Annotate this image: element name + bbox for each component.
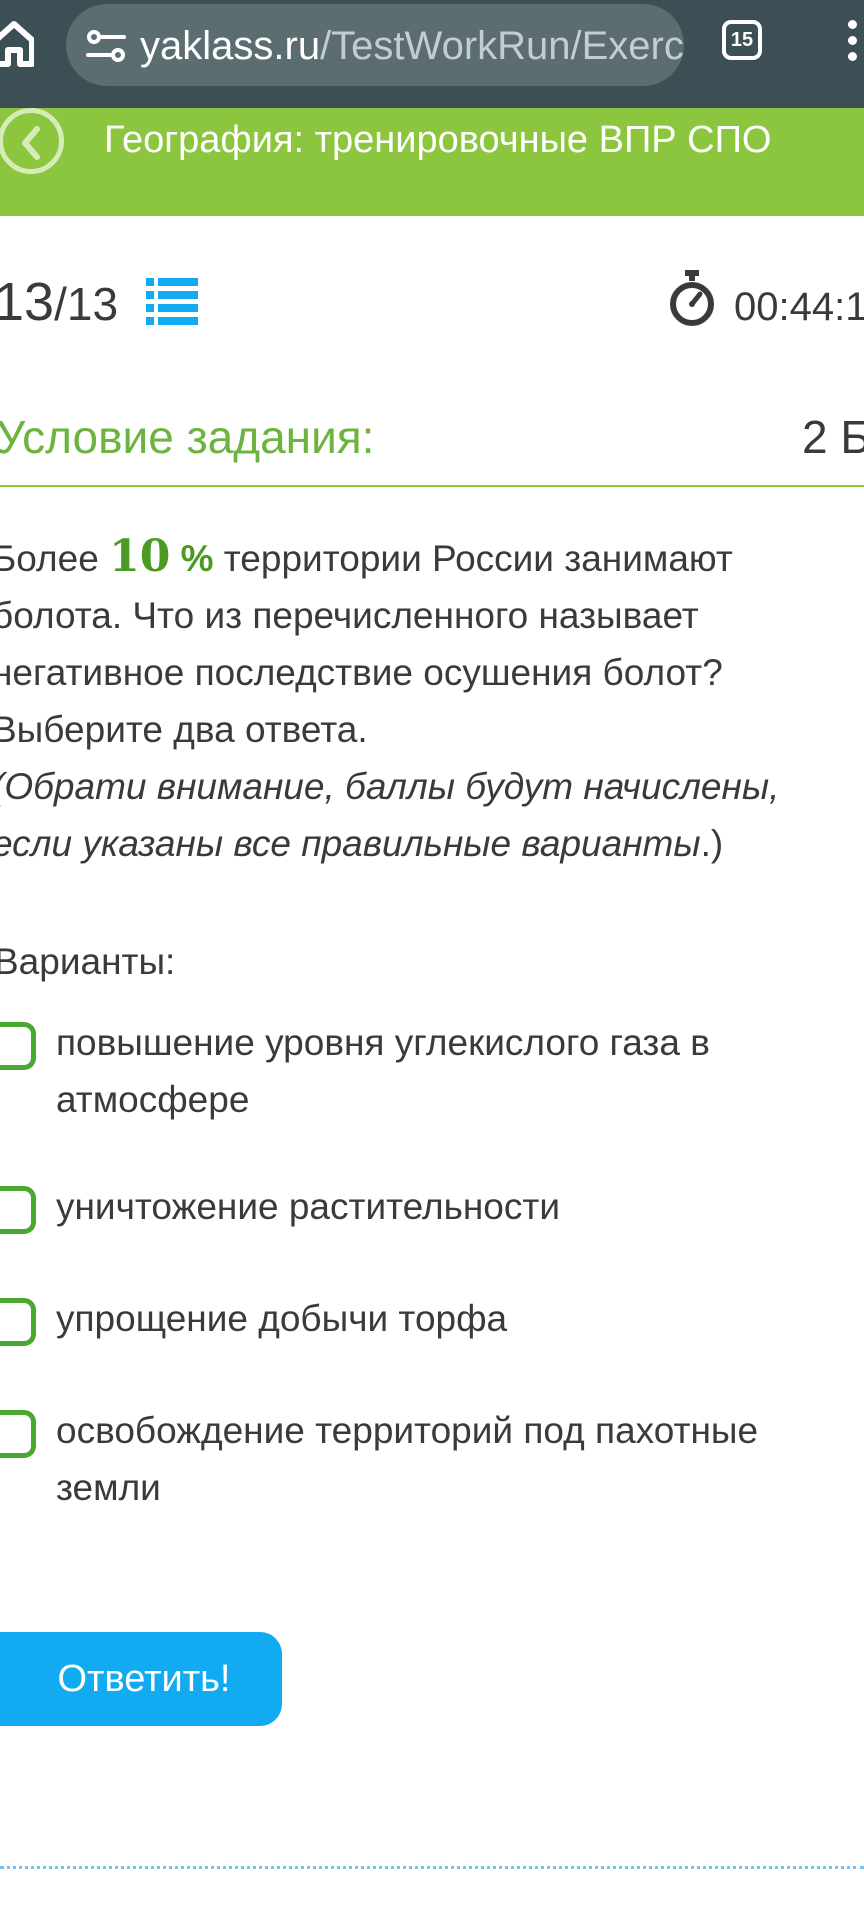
variants-label: Варианты: <box>0 941 176 982</box>
question-current: 13 <box>0 272 55 332</box>
option-checkbox[interactable] <box>0 1410 36 1458</box>
course-header: География: тренировочные ВПР СПО <box>0 108 864 216</box>
option-checkbox[interactable] <box>0 1298 36 1346</box>
address-bar[interactable]: yaklass.ru/TestWorkRun/Exercis <box>66 4 684 86</box>
url-text[interactable]: yaklass.ru/TestWorkRun/Exercis <box>140 22 684 70</box>
home-icon[interactable] <box>0 18 35 68</box>
task-points: 2 Б. <box>802 411 864 463</box>
question-note: (Обрати внимание, баллы будут начислены,… <box>0 758 864 872</box>
question-number: 10 <box>109 531 171 582</box>
browser-toolbar: yaklass.ru/TestWorkRun/Exercis 15 <box>0 0 864 108</box>
url-path: /TestWorkRun/Exercis <box>320 24 684 68</box>
url-host: yaklass.ru <box>140 24 321 68</box>
question-counter: 13/13 <box>0 268 118 338</box>
option-label[interactable]: уничтожение растительности <box>56 1178 816 1235</box>
course-title: География: тренировочные ВПР СПО <box>104 119 772 161</box>
more-menu-icon[interactable] <box>844 20 864 70</box>
back-icon[interactable] <box>0 108 64 174</box>
timer: 00:44:14 <box>734 285 864 329</box>
question-percent: % <box>170 538 214 579</box>
option-checkbox[interactable] <box>0 1022 36 1070</box>
question-total: 13 <box>66 278 119 330</box>
submit-answer-button[interactable]: Ответить! <box>0 1632 282 1726</box>
question-before: Более <box>0 538 110 579</box>
tab-switcher-button[interactable]: 15 <box>722 20 762 60</box>
option-label[interactable]: повышение уровня углекислого газа в атмо… <box>56 1014 816 1128</box>
question-list-icon[interactable] <box>146 276 198 326</box>
question-separator: / <box>54 278 67 330</box>
option-checkbox[interactable] <box>0 1186 36 1234</box>
option-label[interactable]: упрощение добычи торфа <box>56 1290 816 1347</box>
section-divider <box>0 485 864 487</box>
option-label[interactable]: освобождение территорий под пахотные зем… <box>56 1402 816 1516</box>
stopwatch-icon <box>668 270 716 328</box>
footer-divider <box>0 1866 864 1869</box>
site-settings-icon[interactable] <box>86 28 126 64</box>
note-text: Обрати внимание, баллы будут начислены, … <box>0 766 780 864</box>
note-close: .) <box>700 823 724 864</box>
task-condition-title: Условие задания: <box>0 411 375 463</box>
question-text: Более 10 % территории России занимают бо… <box>0 528 864 872</box>
